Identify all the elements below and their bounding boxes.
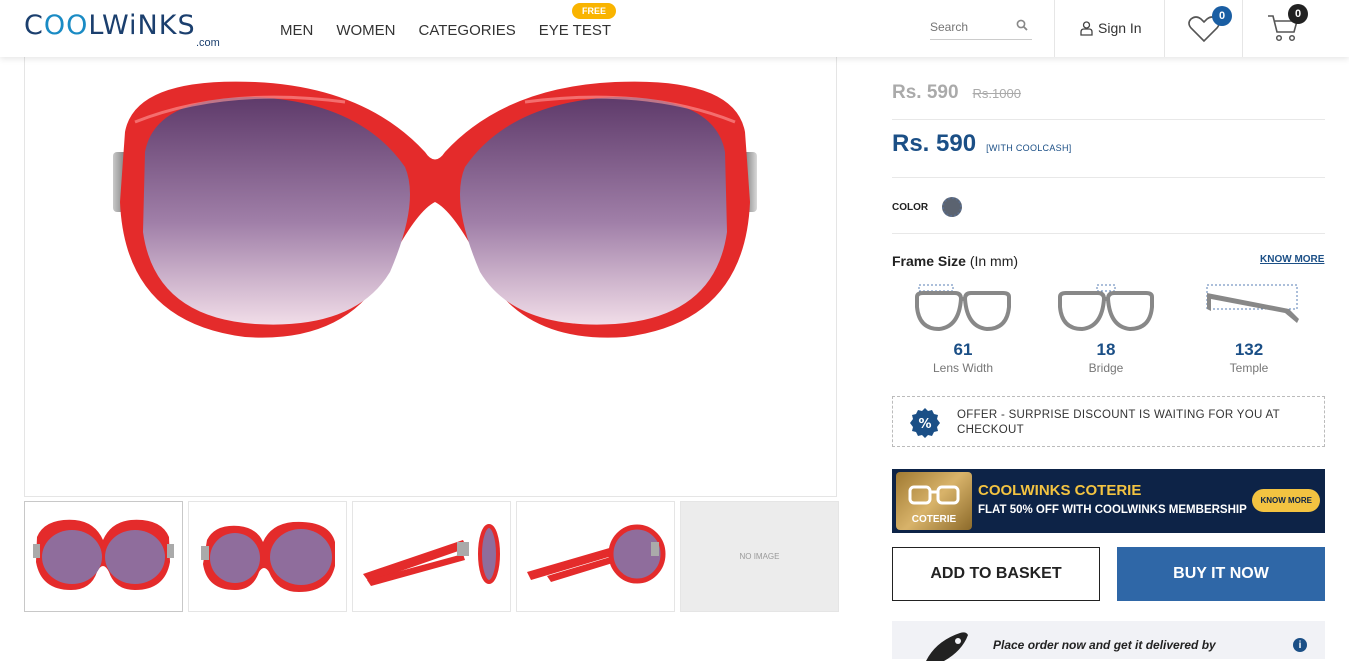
site-header: COOLWiNKS .com MEN WOMEN CATEGORIES EYE … [0,0,1349,57]
user-icon [1080,20,1093,36]
bridge-value: 18 [1096,340,1116,359]
thumbnail-strip: NO IMAGE [24,501,839,612]
nav-eye-test[interactable]: EYE TEST [539,22,611,39]
search-icon[interactable] [1016,19,1028,31]
coterie-know-more-button[interactable]: KNOW MORE [1252,489,1320,512]
thumbnail-sunglasses-front [33,519,174,590]
size-temple: 132 Temple [1194,283,1304,375]
color-swatch[interactable] [942,197,963,217]
temple-label: Temple [1229,361,1269,375]
divider [892,233,1325,234]
temple-value: 132 [1234,340,1264,359]
price-summary: Rs. 590 Rs.1000 [892,82,1021,104]
thumbnail-side[interactable] [352,501,511,612]
svg-text:%: % [918,417,931,432]
know-more-link[interactable]: KNOW MORE [1260,254,1324,265]
no-image-label: NO IMAGE [739,552,780,561]
color-selector: COLOR [892,197,963,217]
coterie-glasses-icon [908,485,960,505]
coterie-banner[interactable]: COTERIE COOLWINKS COTERIE FLAT 50% OFF W… [892,469,1325,533]
cart-count-badge: 0 [1288,4,1308,24]
info-icon[interactable]: i [1293,638,1307,652]
coterie-title: COOLWINKS COTERIE [978,482,1142,499]
divider [892,119,1325,120]
price-mrp: Rs.1000 [972,86,1021,101]
main-nav: MEN WOMEN CATEGORIES EYE TEST [280,22,634,39]
color-label: COLOR [892,201,929,213]
sign-in-label: Sign In [1098,20,1142,36]
temple-icon [1206,284,1299,323]
coolcash-label: [WITH COOLCASH] [986,143,1072,153]
search-input[interactable] [930,17,1010,34]
free-badge: FREE [572,3,617,19]
header-divider [1164,0,1165,57]
delivery-text: Place order now and get it delivered by [993,638,1216,652]
thumbnail-no-image[interactable]: NO IMAGE [680,501,839,612]
header-divider [1054,0,1055,57]
discount-badge-icon: % [910,408,940,438]
price-old: Rs. 590 [892,82,959,103]
offer-text: OFFER - SURPRISE DISCOUNT IS WAITING FOR… [957,409,1280,436]
frame-size-title: Frame Size (In mm) [892,253,1018,269]
lens-width-icon [915,284,1011,332]
header-divider [1242,0,1243,57]
logo-subtext: .com [196,37,220,49]
frame-size-heading: Frame Size [892,253,966,269]
size-bridge: 18 Bridge [1051,283,1161,375]
bridge-icon [1058,284,1154,332]
main-product-image[interactable] [24,57,837,497]
logo-text-b: LWiNKS [88,10,196,41]
offer-banner: % OFFER - SURPRISE DISCOUNT IS WAITING F… [892,396,1325,447]
delivery-info-box: Place order now and get it delivered by … [892,621,1325,661]
thumbnail-sunglasses-three-quarter [527,524,666,584]
nav-categories[interactable]: CATEGORIES [419,22,516,39]
price-with-coolcash: Rs. 590 [WITH COOLCASH] [892,130,1072,158]
search-box [930,17,1032,40]
sunglasses-image [113,81,757,338]
size-lens-width: 61 Lens Width [908,283,1018,375]
thumbnail-angle[interactable] [188,501,347,612]
lens-width-value: 61 [953,340,973,359]
bridge-label: Bridge [1088,361,1124,375]
nav-women[interactable]: WOMEN [336,22,395,39]
coterie-subtitle: FLAT 50% OFF WITH COOLWINKS MEMBERSHIP [978,504,1247,516]
lens-width-label: Lens Width [932,361,994,375]
divider [892,177,1325,178]
thumbnail-three-quarter[interactable] [516,501,675,612]
nav-men[interactable]: MEN [280,22,313,39]
thumbnail-sunglasses-angle [201,521,335,592]
rocket-icon [926,632,968,661]
sign-in-link[interactable]: Sign In [1080,20,1142,36]
logo-text-a: C [24,10,44,41]
coterie-badge: COTERIE [896,472,972,530]
coterie-badge-text: COTERIE [911,514,957,525]
price-main: Rs. 590 [892,130,977,157]
thumbnail-sunglasses-side [363,524,500,586]
buy-it-now-button[interactable]: BUY IT NOW [1117,547,1325,601]
logo-text-oo: OO [43,10,89,41]
thumbnail-front[interactable] [24,501,183,612]
wishlist-count-badge: 0 [1212,6,1232,26]
coolwinks-logo[interactable]: COOLWiNKS .com [24,10,224,50]
frame-size-unit: (In mm) [969,253,1019,269]
add-to-basket-button[interactable]: ADD TO BASKET [892,547,1100,601]
